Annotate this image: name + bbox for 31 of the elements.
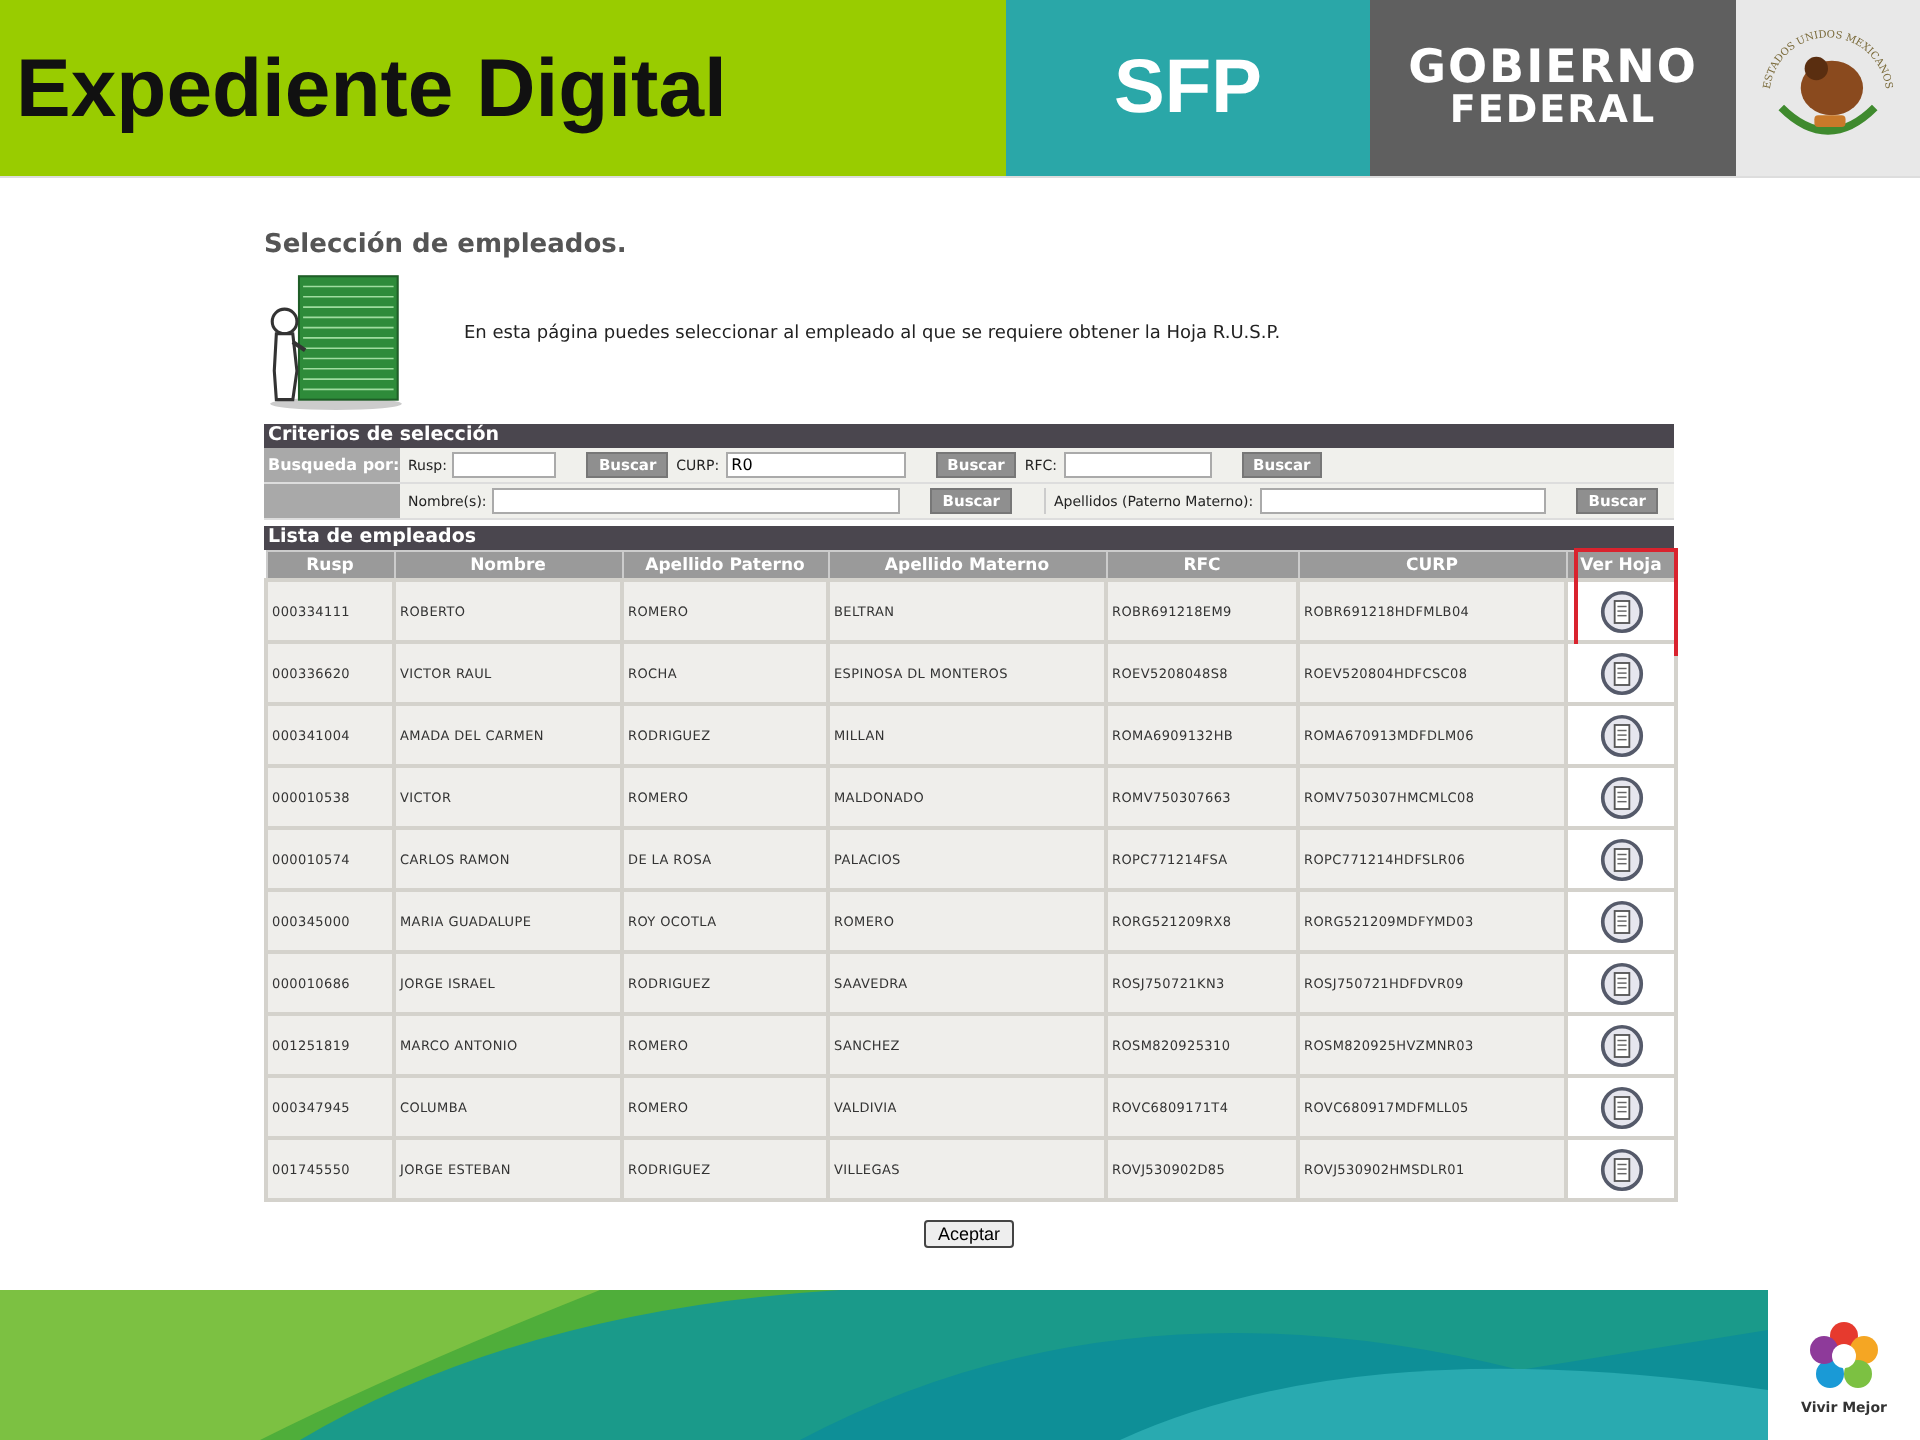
document-icon[interactable]: [1599, 1147, 1643, 1191]
column-header: Apellido Paterno: [622, 551, 828, 580]
document-icon[interactable]: [1599, 1023, 1643, 1067]
document-icon[interactable]: [1599, 651, 1643, 695]
document-icon[interactable]: [1599, 775, 1643, 819]
section-title: Lista de empleados: [268, 526, 477, 548]
document-icon[interactable]: [1599, 961, 1643, 1005]
government-logo-text: FEDERAL: [1449, 92, 1657, 133]
accept-button[interactable]: Aceptar: [923, 1220, 1015, 1248]
search-by-label: Busqueda por:: [268, 456, 400, 474]
input-field[interactable]: [452, 452, 557, 478]
intro-text: En esta página puedes seleccionar al empleado al que se requiere obtener la Hoja R.U.S.P.: [464, 324, 1281, 348]
document-icon[interactable]: [1599, 589, 1643, 633]
column-header: Nombre: [394, 551, 622, 580]
input-field[interactable]: [1063, 452, 1212, 478]
section-title: Criterios de selección: [268, 424, 499, 446]
column-header: Apellido Materno: [828, 551, 1106, 580]
document-icon[interactable]: [1599, 1085, 1643, 1129]
page-heading: Selección de empleados.: [264, 230, 629, 260]
agency-logo-text: SFP: [1114, 45, 1262, 131]
input-field[interactable]: R0: [725, 452, 906, 478]
document-icon[interactable]: [1599, 899, 1643, 943]
slide-title: Expediente Digital: [16, 41, 727, 135]
document-icon[interactable]: [1599, 837, 1643, 881]
input-field[interactable]: [1259, 488, 1547, 514]
column-header: Rusp: [266, 551, 394, 580]
column-header: RFC: [1106, 551, 1298, 580]
government-logo-text: GOBIERNO: [1408, 43, 1698, 93]
document-icon[interactable]: [1599, 713, 1643, 757]
column-header: CURP: [1298, 551, 1566, 580]
input-field[interactable]: [492, 488, 901, 514]
